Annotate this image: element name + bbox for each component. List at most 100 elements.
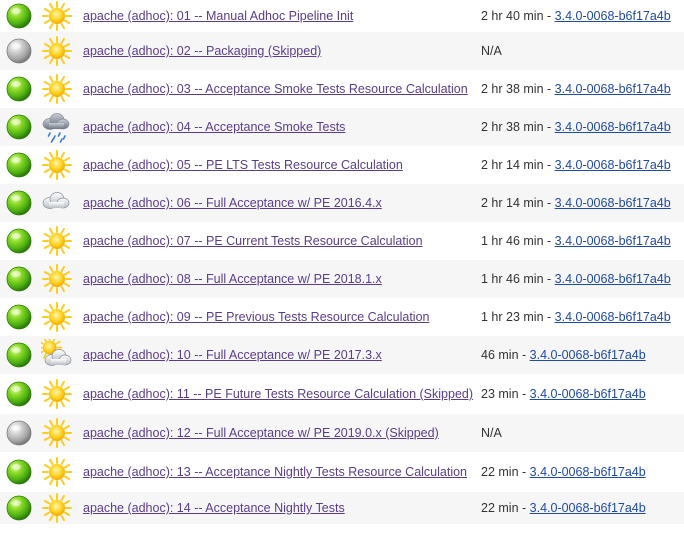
separator: - [543,158,555,172]
build-duration: N/A [481,44,502,58]
build-info-cell: 23 min - 3.4.0-0068-b6f17a4b [481,374,684,414]
success-ball-icon [0,76,38,102]
separator: - [518,465,530,479]
disabled-ball-icon [0,38,38,64]
weather-cell [38,0,76,32]
build-info-cell: 1 hr 23 min - 3.4.0-0068-b6f17a4b [481,298,684,336]
job-link[interactable]: apache (adhoc): 14 -- Acceptance Nightly… [83,501,345,515]
version-link[interactable]: 3.4.0-0068-b6f17a4b [555,9,671,23]
build-info-cell: 46 min - 3.4.0-0068-b6f17a4b [481,336,684,374]
job-link[interactable]: apache (adhoc): 08 -- Full Acceptance w/… [83,272,382,286]
weather-cell [38,260,76,298]
version-link[interactable]: 3.4.0-0068-b6f17a4b [555,310,671,324]
status-cell [0,414,38,452]
job-link[interactable]: apache (adhoc): 09 -- PE Previous Tests … [83,310,429,324]
weather-cell [38,492,76,524]
job-link[interactable]: apache (adhoc): 03 -- Acceptance Smoke T… [83,82,468,96]
success-ball-icon [0,3,38,29]
job-name-cell: apache (adhoc): 13 -- Acceptance Nightly… [76,452,481,492]
disabled-ball-icon [0,420,38,446]
table-row: apache (adhoc): 12 -- Full Acceptance w/… [0,414,684,452]
job-link[interactable]: apache (adhoc): 05 -- PE LTS Tests Resou… [83,158,403,172]
job-link[interactable]: apache (adhoc): 04 -- Acceptance Smoke T… [83,120,345,134]
status-cell [0,222,38,260]
version-link[interactable]: 3.4.0-0068-b6f17a4b [555,120,671,134]
job-link[interactable]: apache (adhoc): 06 -- Full Acceptance w/… [83,196,382,210]
weather-cell [38,146,76,184]
weather-cell [38,184,76,222]
job-name-cell: apache (adhoc): 11 -- PE Future Tests Re… [76,374,481,414]
job-name-cell: apache (adhoc): 05 -- PE LTS Tests Resou… [76,146,481,184]
job-name-cell: apache (adhoc): 09 -- PE Previous Tests … [76,298,481,336]
separator: - [518,348,530,362]
version-link[interactable]: 3.4.0-0068-b6f17a4b [530,348,646,362]
job-link[interactable]: apache (adhoc): 13 -- Acceptance Nightly… [83,465,467,479]
build-info-cell: N/A [481,414,684,452]
job-name-cell: apache (adhoc): 14 -- Acceptance Nightly… [76,492,481,524]
status-cell [0,374,38,414]
build-info-cell: 1 hr 46 min - 3.4.0-0068-b6f17a4b [481,260,684,298]
job-name-cell: apache (adhoc): 03 -- Acceptance Smoke T… [76,70,481,108]
job-name-cell: apache (adhoc): 06 -- Full Acceptance w/… [76,184,481,222]
version-link[interactable]: 3.4.0-0068-b6f17a4b [555,158,671,172]
sun-icon [38,73,76,105]
table-row: apache (adhoc): 03 -- Acceptance Smoke T… [0,70,684,108]
table-row: apache (adhoc): 13 -- Acceptance Nightly… [0,452,684,492]
weather-cell [38,374,76,414]
version-link[interactable]: 3.4.0-0068-b6f17a4b [530,501,646,515]
status-cell [0,146,38,184]
version-link[interactable]: 3.4.0-0068-b6f17a4b [555,196,671,210]
success-ball-icon [0,342,38,368]
success-ball-icon [0,152,38,178]
job-link[interactable]: apache (adhoc): 07 -- PE Current Tests R… [83,234,423,248]
success-ball-icon [0,266,38,292]
status-cell [0,298,38,336]
build-duration: 2 hr 38 min [481,82,544,96]
sun-icon [38,492,76,524]
job-link[interactable]: apache (adhoc): 01 -- Manual Adhoc Pipel… [83,9,353,23]
job-link[interactable]: apache (adhoc): 10 -- Full Acceptance w/… [83,348,382,362]
job-name-cell: apache (adhoc): 10 -- Full Acceptance w/… [76,336,481,374]
sun-behind-cloud-icon [38,339,76,371]
job-name-cell: apache (adhoc): 02 -- Packaging (Skipped… [76,32,481,70]
job-name-cell: apache (adhoc): 07 -- PE Current Tests R… [76,222,481,260]
build-duration: 2 hr 14 min [481,196,544,210]
build-duration: 1 hr 23 min [481,310,544,324]
table-row: apache (adhoc): 01 -- Manual Adhoc Pipel… [0,0,684,32]
sun-icon [38,35,76,67]
table-row: apache (adhoc): 04 -- Acceptance Smoke T… [0,108,684,146]
status-cell [0,0,38,32]
build-duration: N/A [481,426,502,440]
build-duration: 1 hr 46 min [481,234,544,248]
build-duration: 2 hr 40 min [481,9,544,23]
status-cell [0,260,38,298]
table-row: apache (adhoc): 11 -- PE Future Tests Re… [0,374,684,414]
version-link[interactable]: 3.4.0-0068-b6f17a4b [555,82,671,96]
version-link[interactable]: 3.4.0-0068-b6f17a4b [530,387,646,401]
build-info-cell: 2 hr 14 min - 3.4.0-0068-b6f17a4b [481,146,684,184]
table-row: apache (adhoc): 05 -- PE LTS Tests Resou… [0,146,684,184]
job-link[interactable]: apache (adhoc): 02 -- Packaging (Skipped… [83,44,321,58]
success-ball-icon [0,495,38,521]
status-cell [0,108,38,146]
job-link[interactable]: apache (adhoc): 11 -- PE Future Tests Re… [83,387,473,401]
version-link[interactable]: 3.4.0-0068-b6f17a4b [555,234,671,248]
separator: - [543,82,555,96]
version-link[interactable]: 3.4.0-0068-b6f17a4b [530,465,646,479]
table-row: apache (adhoc): 10 -- Full Acceptance w/… [0,336,684,374]
table-row: apache (adhoc): 14 -- Acceptance Nightly… [0,492,684,524]
build-info-cell: 22 min - 3.4.0-0068-b6f17a4b [481,452,684,492]
job-link[interactable]: apache (adhoc): 12 -- Full Acceptance w/… [83,426,439,440]
weather-cell [38,70,76,108]
separator: - [543,234,555,248]
weather-cell [38,222,76,260]
build-info-cell: 2 hr 38 min - 3.4.0-0068-b6f17a4b [481,108,684,146]
success-ball-icon [0,190,38,216]
success-ball-icon [0,459,38,485]
separator: - [518,387,530,401]
version-link[interactable]: 3.4.0-0068-b6f17a4b [555,272,671,286]
status-cell [0,184,38,222]
table-row: apache (adhoc): 02 -- Packaging (Skipped… [0,32,684,70]
build-duration: 2 hr 14 min [481,158,544,172]
build-info-cell: N/A [481,32,684,70]
